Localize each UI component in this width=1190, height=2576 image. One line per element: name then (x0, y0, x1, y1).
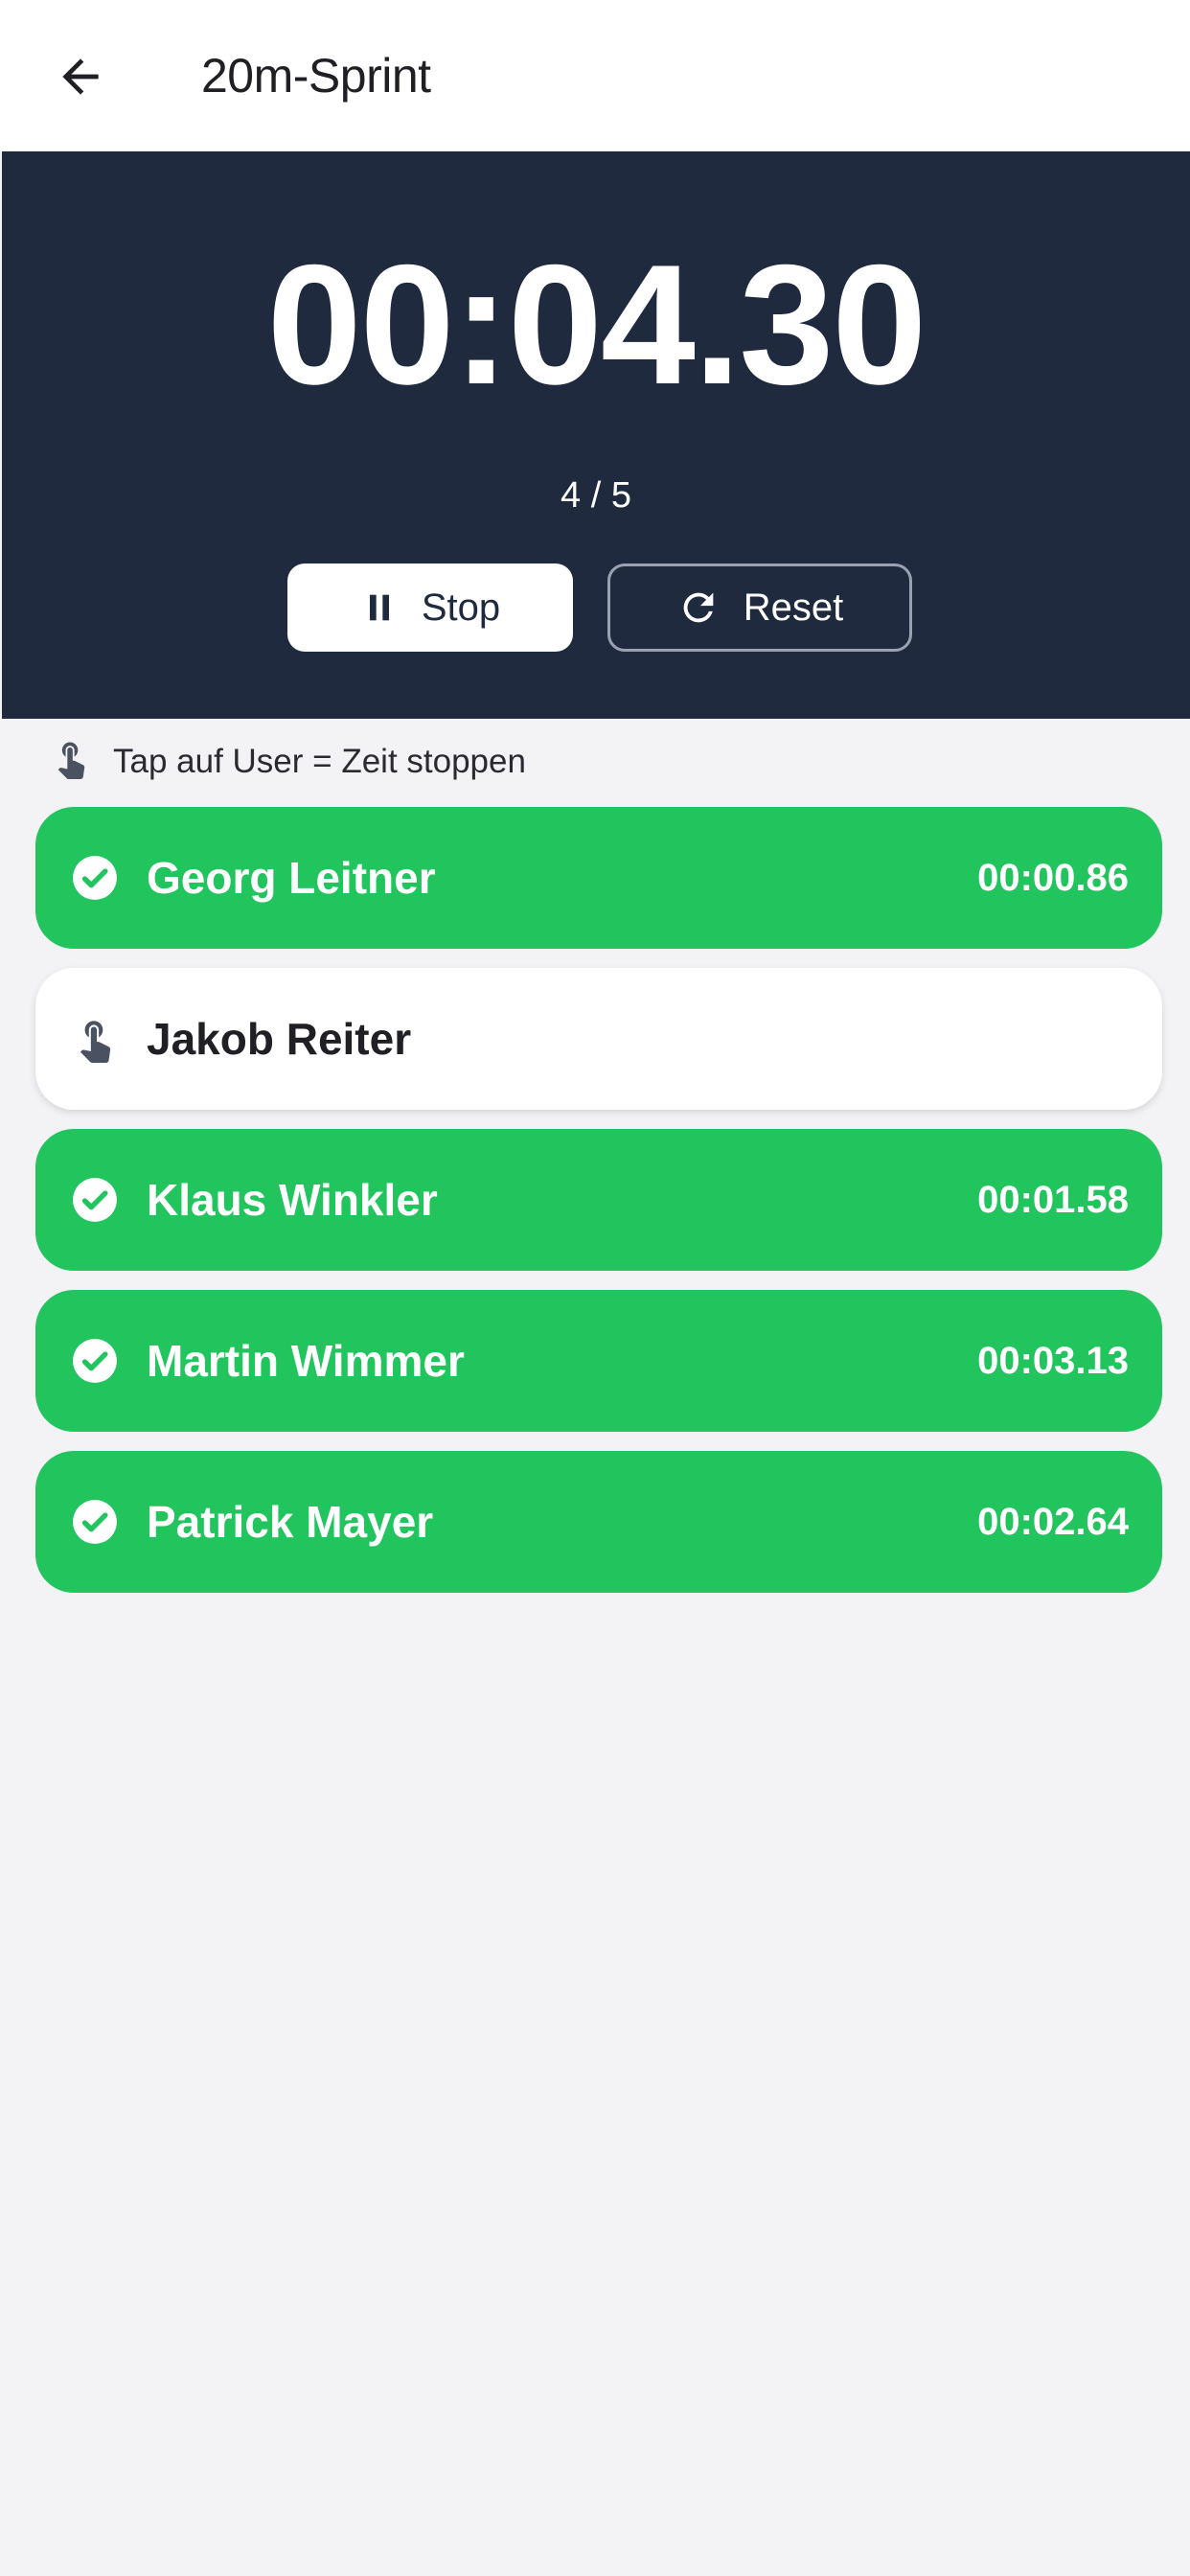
participant-row[interactable]: Georg Leitner 00:00.86 (35, 807, 1162, 949)
stop-button[interactable]: Stop (287, 564, 573, 652)
check-circle-icon (71, 1176, 119, 1224)
participant-time: 00:03.13 (977, 1339, 1129, 1382)
tap-finger-icon (71, 1015, 119, 1063)
participant-name: Klaus Winkler (147, 1175, 438, 1225)
participant-row[interactable]: Klaus Winkler 00:01.58 (35, 1129, 1162, 1271)
participant-name: Georg Leitner (147, 853, 436, 903)
stop-button-label: Stop (421, 586, 501, 629)
participant-row[interactable]: Jakob Reiter (35, 968, 1162, 1110)
timer-display: 00:04.30 (266, 229, 927, 420)
check-circle-icon (71, 1498, 119, 1546)
refresh-icon (676, 586, 721, 630)
participant-row[interactable]: Martin Wimmer 00:03.13 (35, 1290, 1162, 1432)
participant-list: Georg Leitner 00:00.86 Jakob Reiter Klau… (35, 807, 1162, 1612)
progress-counter: 4 / 5 (561, 475, 631, 516)
page-title: 20m-Sprint (201, 49, 431, 103)
check-circle-icon (71, 1337, 119, 1385)
pause-icon (360, 588, 399, 627)
participant-time: 00:01.58 (977, 1178, 1129, 1221)
back-button[interactable] (42, 38, 119, 115)
participant-time: 00:00.86 (977, 856, 1129, 899)
arrow-left-icon (62, 58, 99, 95)
participant-name: Patrick Mayer (147, 1497, 434, 1547)
app-bar: 20m-Sprint (0, 0, 1190, 151)
reset-button-label: Reset (743, 586, 844, 629)
participant-name: Jakob Reiter (147, 1014, 412, 1064)
reset-button[interactable]: Reset (607, 564, 912, 652)
participant-time: 00:02.64 (977, 1500, 1129, 1543)
participant-name: Martin Wimmer (147, 1336, 465, 1386)
check-circle-icon (71, 854, 119, 902)
tap-finger-icon (50, 737, 92, 788)
app-screen: 20m-Sprint 00:04.30 4 / 5 Stop Reset Tap… (0, 0, 1190, 2576)
timer-panel: 00:04.30 4 / 5 Stop Reset (2, 151, 1190, 719)
tap-hint-text: Tap auf User = Zeit stoppen (113, 743, 526, 780)
tap-hint: Tap auf User = Zeit stoppen (50, 738, 526, 786)
participant-row[interactable]: Patrick Mayer 00:02.64 (35, 1451, 1162, 1593)
